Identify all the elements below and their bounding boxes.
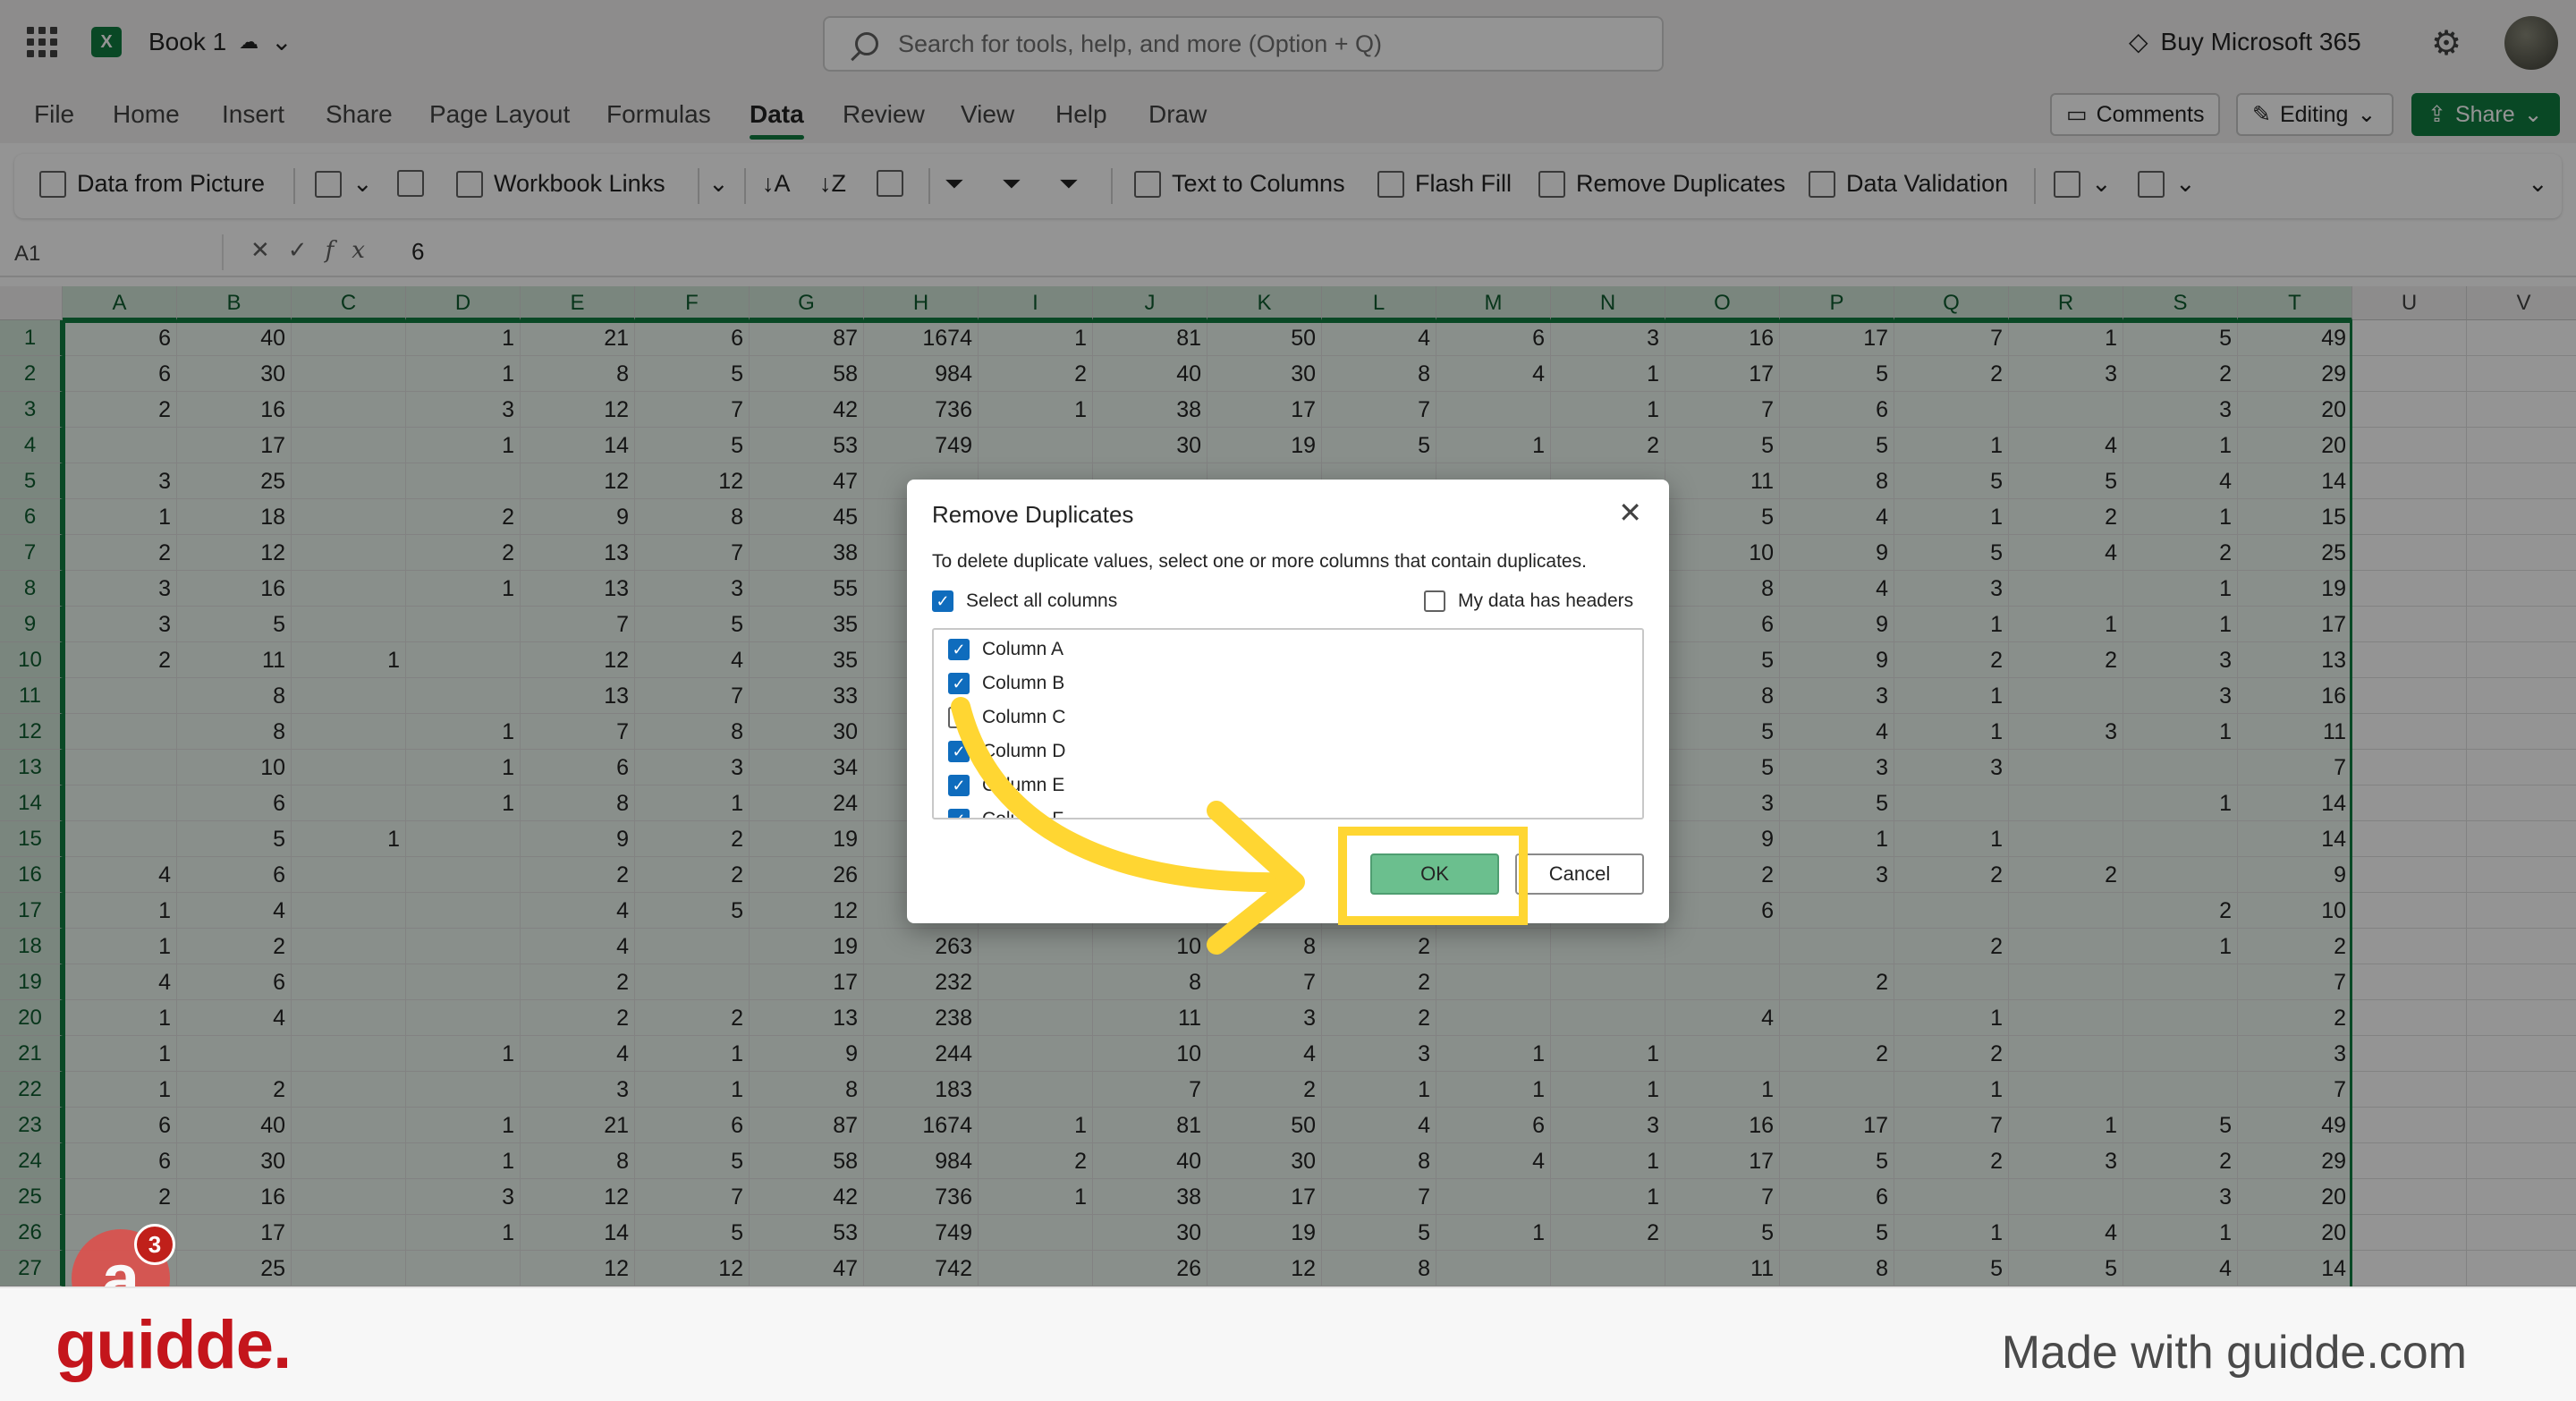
footer-banner: guidde. Made with guidde.com	[0, 1286, 2576, 1401]
column-checkbox-column-c[interactable]: Column C	[948, 707, 1065, 728]
headers-checkbox[interactable]: My data has headers	[1424, 590, 1633, 612]
guidde-logo: guidde.	[55, 1307, 292, 1383]
checkbox-empty-icon	[948, 707, 970, 728]
column-label: Column F	[982, 809, 1064, 819]
column-label: Column B	[982, 673, 1065, 693]
checkmark-icon: ✓	[948, 741, 970, 762]
column-label: Column C	[982, 707, 1066, 727]
checkmark-icon: ✓	[932, 590, 953, 612]
dialog-description: To delete duplicate values, select one o…	[932, 551, 1587, 572]
column-list[interactable]: ✓ Column A ✓ Column B Column C ✓ Column D ✓ Colu…	[932, 628, 1644, 819]
select-all-checkbox[interactable]: ✓ Select all columns	[932, 590, 1117, 612]
column-checkbox-column-b[interactable]: ✓ Column B	[948, 673, 1064, 694]
close-icon[interactable]: ✕	[1618, 496, 1642, 530]
column-label: Column D	[982, 741, 1066, 761]
checkmark-icon: ✓	[948, 809, 970, 818]
column-checkbox-column-d[interactable]: ✓ Column D	[948, 741, 1065, 762]
column-checkbox-column-a[interactable]: ✓ Column A	[948, 639, 1063, 660]
excel-app: X Book 1 ☁ ⌄ Search for tools, help, and…	[0, 0, 2576, 1286]
checkmark-icon: ✓	[948, 775, 970, 796]
notification-count-badge: 3	[134, 1224, 175, 1265]
select-all-label: Select all columns	[966, 590, 1118, 611]
column-label: Column A	[982, 639, 1064, 659]
column-label: Column E	[982, 775, 1065, 795]
cancel-button[interactable]: Cancel	[1515, 853, 1644, 895]
made-with-text: Made with guidde.com	[2001, 1327, 2467, 1379]
column-checkbox-column-f[interactable]: ✓ Column F	[948, 809, 1064, 819]
checkmark-icon: ✓	[948, 673, 970, 694]
headers-label: My data has headers	[1458, 590, 1634, 611]
remove-duplicates-dialog: Remove Duplicates ✕ To delete duplicate …	[907, 480, 1669, 923]
column-checkbox-column-e[interactable]: ✓ Column E	[948, 775, 1064, 796]
dialog-title: Remove Duplicates	[932, 501, 1134, 528]
checkmark-icon: ✓	[948, 639, 970, 660]
checkbox-empty-icon	[1424, 590, 1445, 612]
highlight-box	[1338, 827, 1528, 925]
